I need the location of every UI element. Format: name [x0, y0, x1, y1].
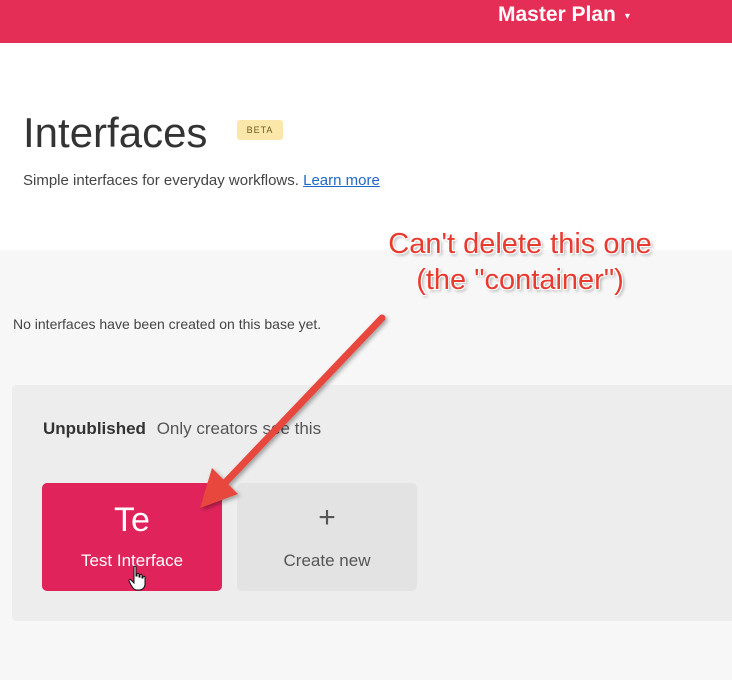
- interface-abbreviation: Te: [114, 501, 150, 539]
- annotation-callout: Can't delete this one (the "container"): [360, 226, 680, 298]
- learn-more-link[interactable]: Learn more: [303, 172, 380, 189]
- create-new-button[interactable]: + Create new: [237, 483, 417, 591]
- top-bar: Master Plan ▾: [0, 0, 732, 43]
- section-description: Only creators see this: [156, 419, 322, 438]
- annotation-line-2: (the "container"): [416, 264, 624, 296]
- unpublished-section: Unpublished Only creators see this Te Te…: [12, 385, 732, 621]
- empty-state-message: No interfaces have been created on this …: [13, 316, 322, 332]
- section-label: Unpublished: [43, 419, 146, 438]
- page-title: Interfaces: [23, 109, 208, 156]
- page-subtitle: Simple interfaces for everyday workflows…: [23, 172, 380, 189]
- interface-tile-test-interface[interactable]: Te Test Interface: [42, 483, 222, 591]
- base-name-dropdown[interactable]: Master Plan ▾: [498, 0, 630, 30]
- beta-badge: BETA: [237, 120, 283, 140]
- base-name: Master Plan: [498, 3, 616, 26]
- plus-icon: +: [318, 501, 336, 534]
- section-heading: Unpublished Only creators see this: [43, 419, 321, 439]
- annotation-line-1: Can't delete this one: [388, 228, 652, 260]
- hand-cursor-icon: [128, 565, 146, 591]
- caret-down-icon: ▾: [624, 10, 630, 22]
- create-new-label: Create new: [283, 551, 371, 570]
- subtitle-text: Simple interfaces for everyday workflows…: [23, 172, 299, 189]
